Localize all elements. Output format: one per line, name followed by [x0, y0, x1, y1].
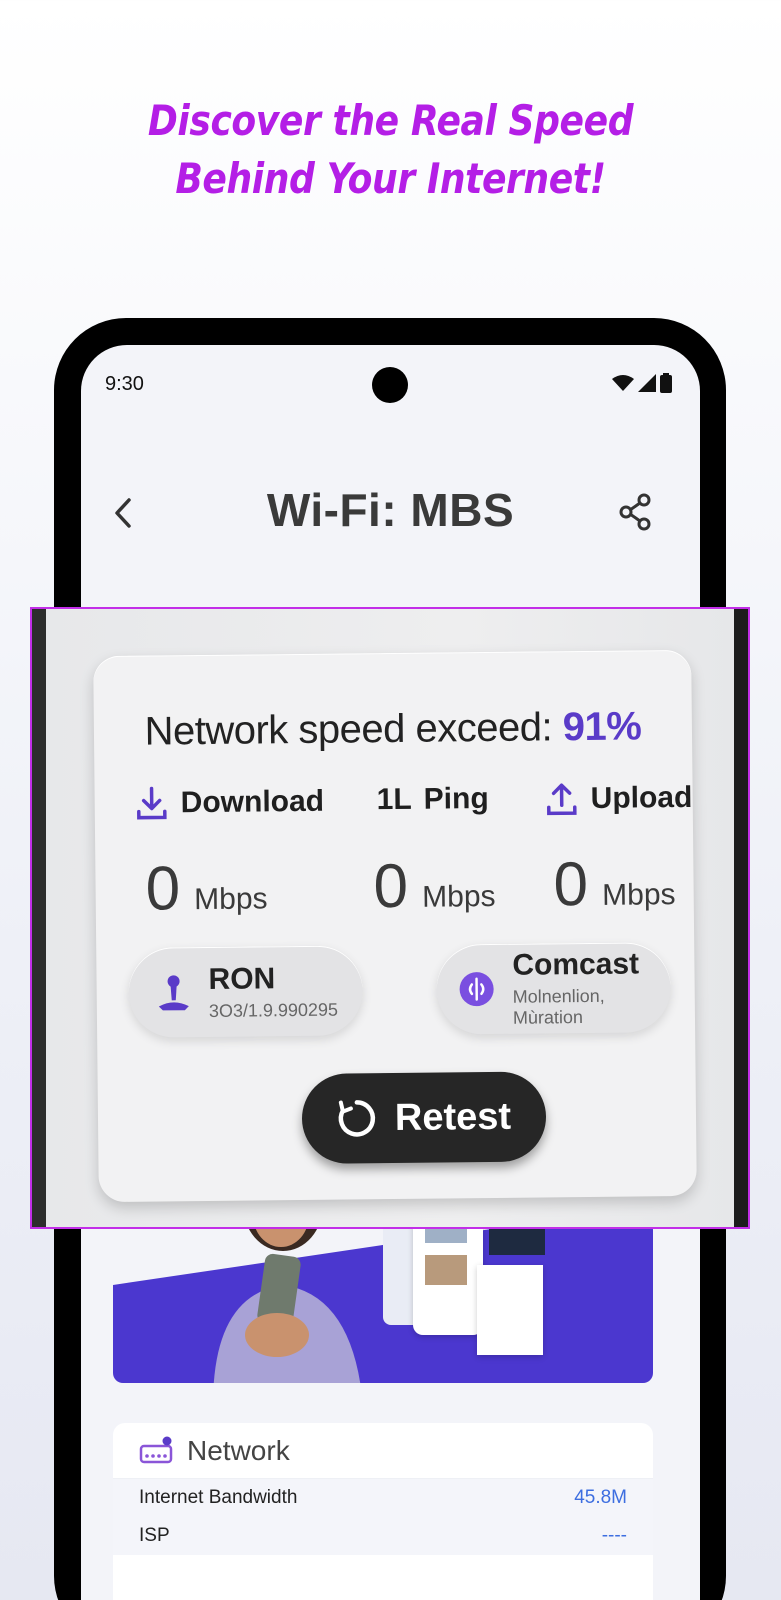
headline-line-1: Discover the Real Speed	[147, 96, 634, 145]
promo-headline: Discover the Real Speed Behind Your Inte…	[0, 92, 781, 208]
download-value: 0 Mbps	[145, 852, 268, 924]
device-detail: 3O3/1.9.990295	[208, 999, 339, 1021]
ping-icon: 1L	[376, 782, 412, 817]
network-row-bandwidth: Internet Bandwidth 45.8M	[113, 1479, 653, 1517]
device-pill[interactable]: RON 3O3/1.9.990295	[128, 945, 364, 1038]
signal-icon	[638, 374, 656, 397]
ping-label: Ping	[423, 782, 489, 816]
camera-cutout	[372, 367, 408, 403]
device-name: RON	[208, 961, 276, 996]
speed-headline: Network speed exceed: 91%	[94, 704, 692, 755]
ping-header: 1L Ping	[377, 782, 489, 817]
provider-name: Comcast	[512, 947, 640, 982]
provider-pill[interactable]: Comcast Molnenlion, Mùration	[436, 942, 672, 1035]
speed-headline-percent: 91%	[562, 704, 642, 750]
upload-unit: Mbps	[602, 878, 676, 912]
network-card: Network Internet Bandwidth 45.8M ISP ---…	[113, 1423, 653, 1600]
refresh-icon	[338, 1100, 376, 1137]
share-icon	[619, 493, 651, 531]
promo-banner	[113, 1205, 653, 1383]
ping-unit: Mbps	[422, 879, 496, 914]
download-unit: Mbps	[194, 882, 268, 917]
status-time: 9:30	[105, 373, 144, 395]
upload-header: Upload	[544, 780, 693, 818]
speed-test-card: Network speed exceed: 91% Download 0 Mbp…	[93, 649, 697, 1203]
download-header: Download	[135, 784, 325, 822]
network-row-label: ISP	[139, 1525, 170, 1546]
upload-icon	[547, 783, 577, 816]
retest-button[interactable]: Retest	[301, 1071, 547, 1164]
headline-line-2: Behind Your Internet!	[175, 154, 606, 203]
battery-icon	[660, 373, 672, 398]
network-row-label: Internet Bandwidth	[139, 1487, 298, 1508]
download-icon	[137, 786, 167, 820]
retest-label: Retest	[394, 1095, 512, 1139]
download-number: 0	[145, 854, 181, 924]
provider-icon	[459, 972, 494, 1007]
provider-detail: Molnenlion, Mùration	[512, 985, 605, 1028]
share-button[interactable]	[618, 493, 652, 531]
ping-number: 0	[373, 851, 409, 922]
router-icon	[139, 1436, 173, 1463]
upload-number: 0	[553, 849, 589, 920]
person-with-phone-image	[213, 1205, 361, 1383]
network-row-value: ----	[601, 1525, 627, 1546]
app-screenshots-image	[373, 1205, 553, 1383]
status-icons	[612, 373, 672, 398]
upload-label: Upload	[590, 780, 693, 815]
upload-value: 0 Mbps	[553, 848, 676, 920]
wifi-icon	[612, 375, 634, 396]
speed-test-overlay: Network speed exceed: 91% Download 0 Mbp…	[30, 607, 750, 1229]
network-card-title: Network	[187, 1434, 290, 1466]
network-row-isp: ISP ----	[113, 1517, 653, 1555]
speed-headline-text: Network speed exceed:	[144, 705, 553, 754]
network-card-header: Network	[113, 1423, 653, 1479]
download-label: Download	[180, 784, 325, 820]
page-title: Wi-Fi: MBS	[266, 484, 515, 536]
location-pin-icon	[158, 975, 189, 1011]
ping-value: 0 Mbps	[373, 850, 496, 922]
network-row-value: 45.8M	[574, 1487, 627, 1508]
